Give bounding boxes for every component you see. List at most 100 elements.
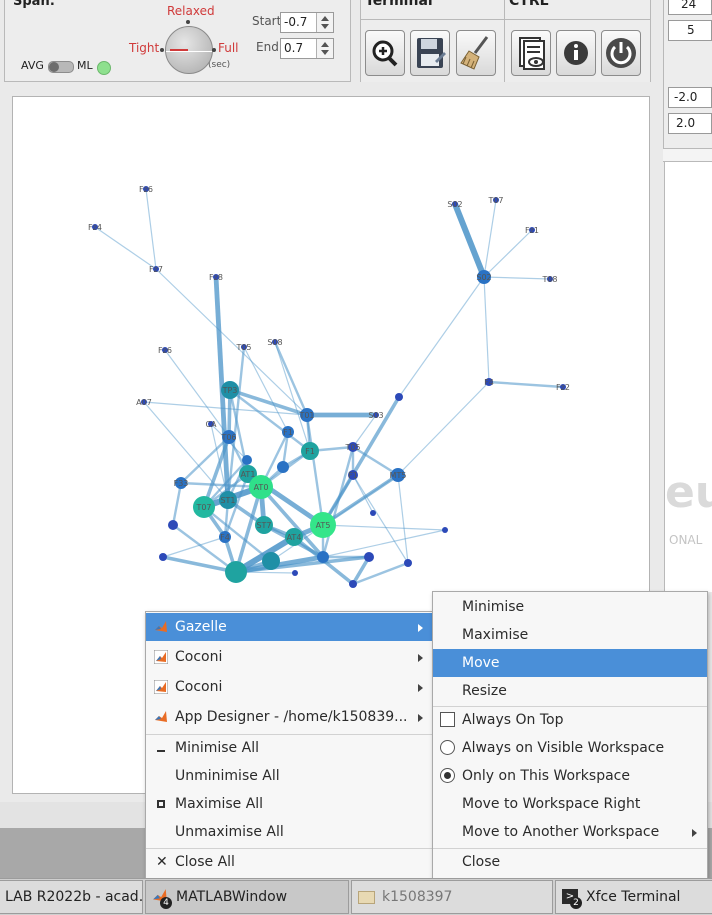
minimise-icon — [157, 750, 165, 752]
dial-unit-label: (sec) — [208, 60, 231, 70]
graph-node[interactable] — [292, 570, 298, 576]
right-stepper-1[interactable]: 24 — [668, 0, 712, 15]
graph-node-label: T01 — [298, 411, 314, 420]
menu-item-unminimise-all[interactable]: Unminimise All — [146, 762, 433, 790]
end-stepper[interactable]: 0.7 — [280, 38, 334, 59]
close-icon: ✕ — [156, 854, 168, 870]
graph-node-label: MT5 — [390, 471, 407, 480]
menu-item-app-designer[interactable]: App Designer - /home/k150839... — [146, 703, 433, 731]
submenu-arrow-icon — [418, 624, 423, 632]
graph-node[interactable] — [262, 552, 280, 570]
graph-node[interactable] — [395, 393, 403, 401]
graph-node-label: Fz8 — [209, 273, 223, 282]
end-stepper-arrows[interactable] — [316, 39, 333, 58]
window-actions-submenu: Minimise Maximise Move Resize Always On … — [432, 591, 708, 879]
report-button[interactable] — [511, 30, 551, 76]
ml-label: ML — [77, 59, 93, 72]
graph-node-label: T07 — [487, 196, 503, 205]
end-value: 0.7 — [284, 41, 304, 55]
menu-item-close[interactable]: Close — [433, 848, 707, 876]
graph-node-label: Fz2 — [556, 383, 570, 392]
right-divider — [663, 148, 712, 162]
span-title: Span: — [13, 0, 55, 9]
right-stepper-2[interactable]: 5 — [668, 20, 712, 41]
graph-edge — [483, 276, 551, 280]
radio-icon[interactable] — [440, 740, 455, 755]
graph-edge — [452, 202, 487, 279]
graph-node-label: ST7 — [256, 521, 271, 530]
power-button[interactable] — [601, 30, 641, 76]
graph-node[interactable] — [317, 551, 329, 563]
menu-item-always-visible-workspace[interactable]: Always on Visible Workspace — [433, 734, 707, 762]
taskbar-item-matlabwindow[interactable]: 4 MATLABWindow — [145, 880, 349, 914]
graph-node[interactable] — [242, 455, 252, 465]
graph-edge — [488, 380, 564, 389]
right-stepper-3[interactable]: -2.0 — [668, 87, 712, 108]
graph-edge — [94, 226, 157, 270]
graph-node-label: Fz7 — [149, 265, 163, 274]
span-panel: Span: Relaxed Tight Full (sec) Start -0.… — [4, 0, 351, 82]
zoom-button[interactable] — [365, 30, 405, 76]
menu-item-resize[interactable]: Resize — [433, 677, 707, 705]
avg-ml-toggle[interactable] — [48, 61, 74, 73]
menu-item-move[interactable]: Move — [433, 649, 707, 677]
span-dial-knob[interactable] — [165, 26, 213, 74]
clear-button[interactable] — [456, 30, 496, 76]
menu-item-close-all[interactable]: ✕ Close All — [146, 848, 433, 876]
menu-item-always-on-top[interactable]: Always On Top — [433, 706, 707, 734]
dial-band — [166, 51, 212, 52]
taskbar-item-xfce-terminal[interactable]: > 2 Xfce Terminal — [555, 880, 712, 914]
graph-node-label: F33 — [174, 479, 189, 488]
graph-node[interactable] — [277, 461, 289, 473]
power-icon — [606, 38, 636, 68]
menu-item-unmaximise-all[interactable]: Unmaximise All — [146, 818, 433, 846]
graph-node-label: T05 — [235, 343, 251, 352]
graph-node-label: F1 — [348, 471, 358, 480]
graph-edge — [305, 414, 325, 526]
terminal-title: Terminal — [365, 0, 433, 9]
graph-edge — [171, 482, 183, 526]
menu-item-maximise-all[interactable]: Maximise All — [146, 790, 433, 818]
graph-node-label: T06 — [220, 433, 236, 442]
menu-item-gazelle[interactable]: Gazelle — [146, 613, 433, 641]
background-big-text: eu — [665, 467, 712, 518]
graph-node[interactable] — [168, 520, 178, 530]
graph-node-label: Fz6 — [139, 185, 153, 194]
taskbar-item-matlab-r2022b[interactable]: LAB R2022b - acad... — [0, 880, 143, 914]
matlab-icon — [154, 680, 168, 694]
menu-item-maximise[interactable]: Maximise — [433, 621, 707, 649]
start-stepper[interactable]: -0.7 — [280, 12, 334, 33]
graph-edge — [322, 529, 446, 558]
graph-node[interactable] — [442, 527, 448, 533]
menu-item-coconi-2[interactable]: Coconi — [146, 673, 433, 701]
graph-node-label: F1 — [283, 428, 293, 437]
menu-item-move-workspace-right[interactable]: Move to Workspace Right — [433, 790, 707, 818]
graph-node[interactable] — [225, 561, 247, 583]
graph-node-label: AT4 — [287, 533, 302, 542]
folder-icon — [358, 891, 375, 904]
right-stepper-4[interactable]: 2.0 — [668, 113, 712, 134]
graph-node[interactable] — [349, 580, 357, 588]
menu-item-move-another-workspace[interactable]: Move to Another Workspace — [433, 818, 707, 846]
graph-node[interactable] — [404, 559, 412, 567]
graph-edge — [273, 341, 309, 416]
graph-node-label: AT5 — [316, 521, 331, 530]
graph-node-label: A07 — [136, 398, 152, 407]
graph-node[interactable] — [364, 552, 374, 562]
start-stepper-arrows[interactable] — [316, 13, 333, 32]
save-button[interactable] — [410, 30, 450, 76]
menu-item-minimise[interactable]: Minimise — [433, 593, 707, 621]
info-button[interactable] — [556, 30, 596, 76]
taskbar-item-file-manager[interactable]: k1508397 — [351, 880, 553, 914]
menu-item-only-this-workspace[interactable]: Only on This Workspace — [433, 762, 707, 790]
graph-node[interactable] — [370, 510, 376, 516]
matlab-icon — [154, 650, 168, 664]
graph-node-label: ST1 — [220, 496, 235, 505]
checkbox-icon[interactable] — [440, 712, 455, 727]
menu-item-coconi-1[interactable]: Coconi — [146, 643, 433, 671]
graph-node[interactable] — [159, 553, 167, 561]
menu-item-minimise-all[interactable]: Minimise All — [146, 734, 433, 762]
graph-node-label: Fz6 — [158, 346, 172, 355]
background-small-text: ONAL — [669, 533, 703, 547]
radio-selected-icon[interactable] — [440, 768, 455, 783]
